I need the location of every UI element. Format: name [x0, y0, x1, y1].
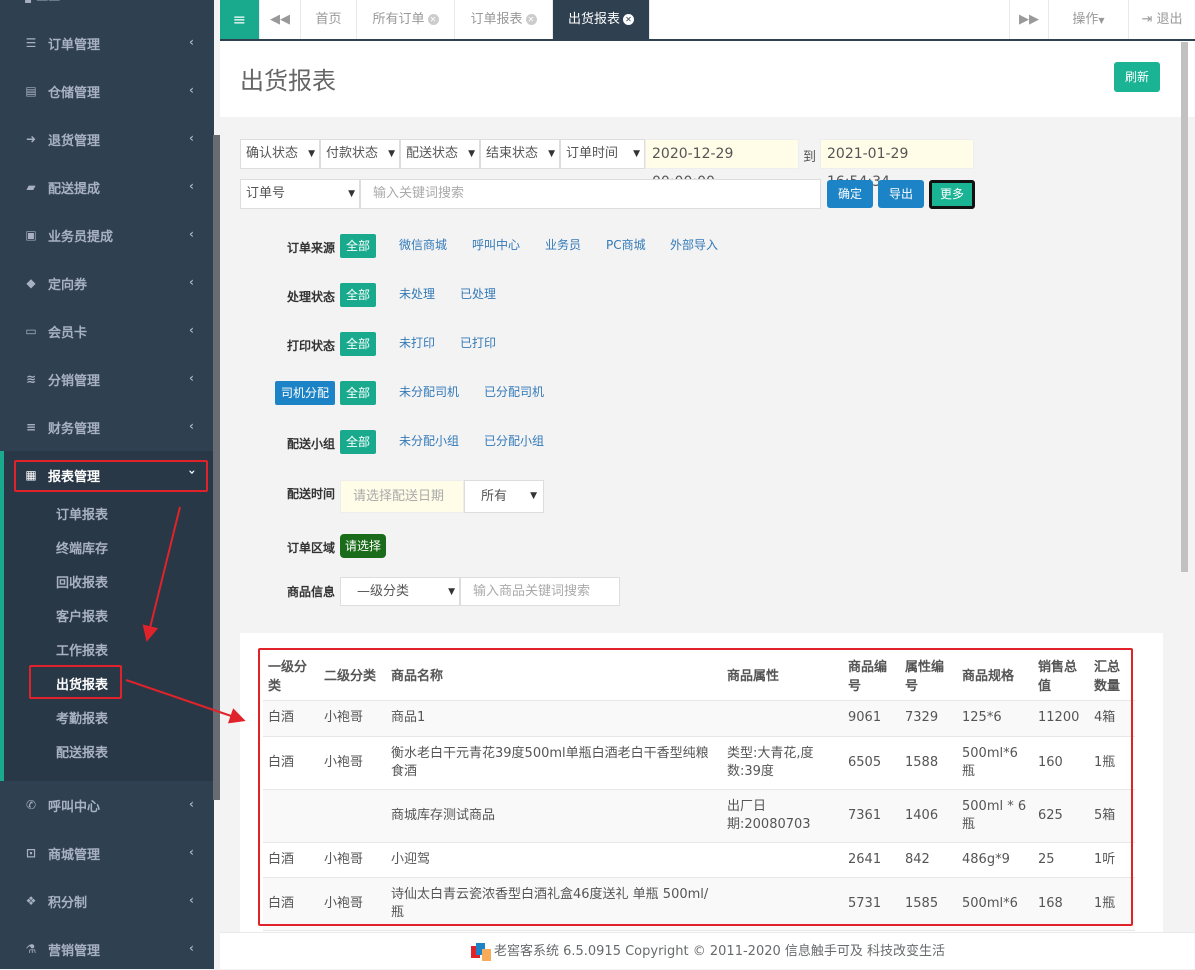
annotation-arrows: [125, 506, 246, 724]
arrow-to-table: [125, 679, 246, 724]
footer-text: 老窖客系统 6.5.0915 Copyright © 2011-2020 信息触…: [493, 944, 946, 959]
page-footer: 老窖客系统 6.5.0915 Copyright © 2011-2020 信息触…: [220, 932, 1195, 969]
logo-icon: [470, 942, 491, 961]
arrow-to-shipment-report: [142, 506, 181, 642]
